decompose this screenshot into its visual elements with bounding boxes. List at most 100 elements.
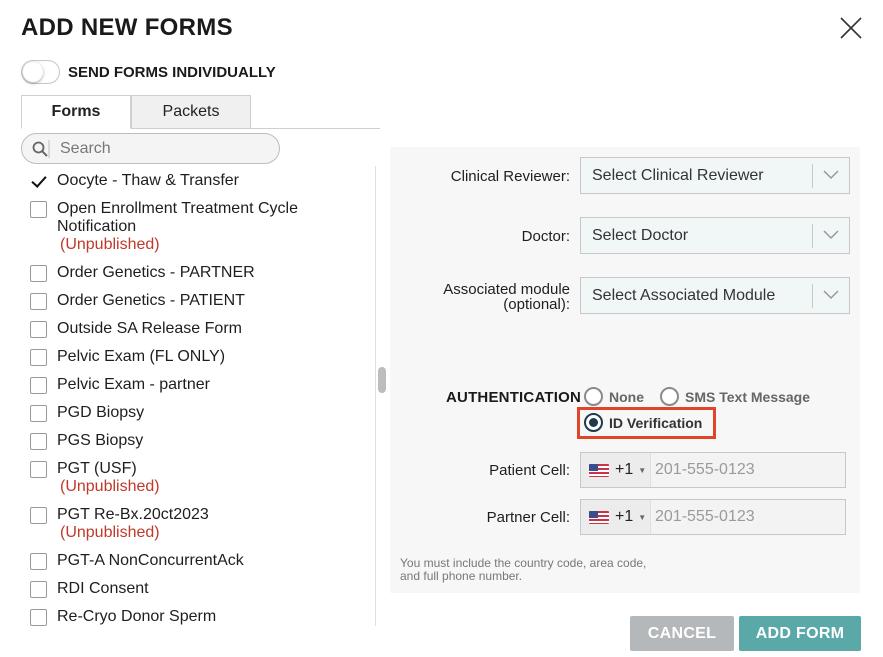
list-item[interactable]: RDI Consent xyxy=(30,580,149,598)
form-label: Oocyte - Thaw & Transfer xyxy=(57,172,239,189)
list-item[interactable]: Pelvic Exam - partner xyxy=(30,376,210,394)
list-item[interactable]: Oocyte - Thaw & Transfer xyxy=(30,172,239,190)
clinical-reviewer-select[interactable]: Select Clinical Reviewer xyxy=(580,157,850,194)
radio-button-selected[interactable] xyxy=(584,413,603,432)
list-scrollbar-thumb[interactable] xyxy=(378,367,386,393)
cancel-button[interactable]: CANCEL xyxy=(630,616,734,651)
dialog-title: ADD NEW FORMS xyxy=(21,14,233,41)
associated-module-label-line2: (optional): xyxy=(503,296,570,313)
select-divider xyxy=(812,284,813,308)
form-label: PGT (USF) (Unpublished) xyxy=(57,460,160,496)
doctor-value: Select Doctor xyxy=(592,226,689,244)
form-label: PGT-A NonConcurrentAck xyxy=(57,552,244,569)
list-item[interactable]: PGT-A NonConcurrentAck xyxy=(30,552,244,570)
form-checkbox[interactable] xyxy=(30,349,47,366)
doctor-select[interactable]: Select Doctor xyxy=(580,217,850,254)
select-divider xyxy=(812,164,813,188)
send-individually-row: SEND FORMS INDIVIDUALLY xyxy=(21,60,276,84)
close-icon[interactable] xyxy=(838,15,864,41)
list-scroll-track[interactable] xyxy=(375,166,376,626)
forms-tabs: Forms Packets xyxy=(21,95,380,129)
partner-cell-input[interactable] xyxy=(655,508,835,526)
form-checkbox[interactable] xyxy=(30,265,47,282)
form-list: Oocyte - Thaw & Transfer Open Enrollment… xyxy=(21,166,376,626)
country-code: +1 xyxy=(615,508,634,525)
send-individually-toggle[interactable] xyxy=(21,60,60,84)
form-checkbox[interactable] xyxy=(30,377,47,394)
form-checkbox[interactable] xyxy=(30,433,47,450)
chevron-down-icon xyxy=(823,290,839,300)
tab-packets[interactable]: Packets xyxy=(131,95,251,129)
unpublished-badge: (Unpublished) xyxy=(60,478,160,495)
form-label: PGD Biopsy xyxy=(57,404,145,421)
clinical-reviewer-value: Select Clinical Reviewer xyxy=(592,166,764,184)
patient-cell-input[interactable] xyxy=(655,461,835,479)
form-checkbox[interactable] xyxy=(30,581,47,598)
doctor-label: Doctor: xyxy=(521,228,570,245)
associated-module-label: Associated module (optional): xyxy=(410,282,570,312)
toggle-knob xyxy=(23,62,43,82)
list-item[interactable]: PGS Biopsy xyxy=(30,432,143,450)
form-checkbox[interactable] xyxy=(30,553,47,570)
form-label-text: Open Enrollment Treatment Cycle Notifica… xyxy=(57,200,298,235)
search-icon xyxy=(32,141,48,157)
associated-module-value: Select Associated Module xyxy=(592,286,776,304)
caret-down-icon: ▼ xyxy=(638,465,647,475)
form-label-text: PGT (USF) xyxy=(57,460,137,477)
caret-down-icon: ▼ xyxy=(638,512,647,522)
form-label: Outside SA Release Form xyxy=(57,320,242,337)
add-form-button[interactable]: ADD FORM xyxy=(739,616,861,651)
form-checkbox[interactable] xyxy=(30,461,47,478)
form-label: Order Genetics - PARTNER xyxy=(57,264,255,281)
auth-option-label: ID Verification xyxy=(609,414,703,431)
radio-button[interactable] xyxy=(584,387,603,406)
associated-module-select[interactable]: Select Associated Module xyxy=(580,277,850,314)
patient-cell-label: Patient Cell: xyxy=(489,462,570,479)
auth-option-id-verification[interactable]: ID Verification xyxy=(584,413,702,432)
clinical-reviewer-label: Clinical Reviewer: xyxy=(450,168,570,185)
form-label: Pelvic Exam (FL ONLY) xyxy=(57,348,226,365)
form-label: Open Enrollment Treatment Cycle Notifica… xyxy=(57,200,376,254)
form-label-text: PGT Re-Bx.20ct2023 xyxy=(57,506,209,523)
radio-button[interactable] xyxy=(660,387,679,406)
partner-cell-label: Partner Cell: xyxy=(486,509,570,526)
list-item[interactable]: Re-Cryo Donor Sperm xyxy=(30,608,216,626)
unpublished-badge: (Unpublished) xyxy=(60,236,160,253)
list-item[interactable]: Order Genetics - PATIENT xyxy=(30,292,245,310)
auth-option-sms[interactable]: SMS Text Message xyxy=(660,387,810,406)
list-item[interactable]: Open Enrollment Treatment Cycle Notifica… xyxy=(30,200,376,254)
unpublished-badge: (Unpublished) xyxy=(60,524,160,541)
partner-cell-field: +1 ▼ xyxy=(580,499,846,535)
auth-option-none[interactable]: None xyxy=(584,387,644,406)
form-checkbox[interactable] xyxy=(30,321,47,338)
list-item[interactable]: Order Genetics - PARTNER xyxy=(30,264,255,282)
search-divider xyxy=(48,139,50,158)
country-code-select[interactable]: +1 ▼ xyxy=(581,500,651,534)
form-label: Order Genetics - PATIENT xyxy=(57,292,245,309)
chevron-down-icon xyxy=(823,230,839,240)
select-divider xyxy=(812,224,813,248)
form-checkbox[interactable] xyxy=(30,507,47,524)
form-checkbox[interactable] xyxy=(30,405,47,422)
form-label: PGT Re-Bx.20ct2023 (Unpublished) xyxy=(57,506,209,542)
send-individually-label: SEND FORMS INDIVIDUALLY xyxy=(68,63,276,81)
phone-note: You must include the country code, area … xyxy=(400,556,647,583)
form-label: PGS Biopsy xyxy=(57,432,144,449)
auth-option-label: None xyxy=(609,388,644,405)
list-item[interactable]: PGD Biopsy xyxy=(30,404,144,422)
list-item[interactable]: Outside SA Release Form xyxy=(30,320,242,338)
form-label: Re-Cryo Donor Sperm xyxy=(57,608,217,625)
list-item[interactable]: PGT (USF) (Unpublished) xyxy=(30,460,160,496)
form-label: Pelvic Exam - partner xyxy=(57,376,210,393)
form-checkbox[interactable] xyxy=(30,293,47,310)
list-item[interactable]: Pelvic Exam (FL ONLY) xyxy=(30,348,225,366)
tab-forms[interactable]: Forms xyxy=(21,95,131,129)
us-flag-icon xyxy=(589,510,609,524)
search-input[interactable] xyxy=(60,139,260,158)
list-item[interactable]: PGT Re-Bx.20ct2023 (Unpublished) xyxy=(30,506,209,542)
form-checkbox[interactable] xyxy=(30,201,47,218)
form-checkbox[interactable] xyxy=(30,173,47,190)
country-code-select[interactable]: +1 ▼ xyxy=(581,453,651,487)
form-checkbox[interactable] xyxy=(30,609,47,626)
chevron-down-icon xyxy=(823,170,839,180)
